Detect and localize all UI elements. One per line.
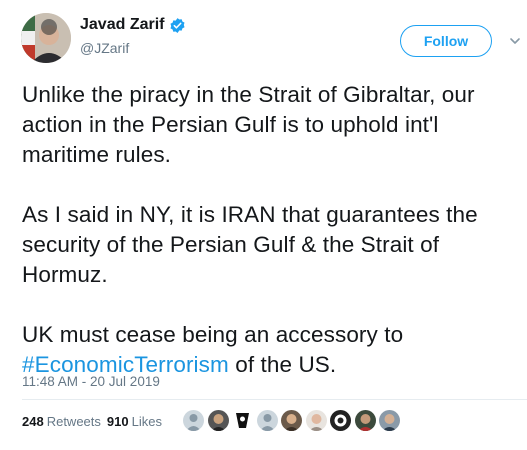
liker-avatar[interactable]	[207, 410, 229, 431]
divider	[22, 399, 527, 400]
liker-avatar[interactable]	[354, 410, 376, 431]
liker-avatar[interactable]	[281, 410, 302, 431]
tweet-stats: 248 Retweets 910 Likes	[22, 414, 168, 429]
likes-stat[interactable]: 910 Likes	[107, 414, 162, 429]
author-handle[interactable]: @JZarif	[80, 40, 129, 56]
verified-badge-icon	[170, 17, 185, 33]
tweet-paragraph: Unlike the piracy in the Strait of Gibra…	[22, 82, 475, 167]
name-row: Javad Zarif	[80, 16, 186, 34]
avatar[interactable]	[21, 13, 71, 63]
retweets-label: Retweets	[46, 414, 101, 429]
liker-avatar[interactable]	[256, 410, 278, 431]
chevron-down-icon[interactable]	[509, 35, 521, 47]
liker-avatar[interactable]	[379, 410, 400, 431]
liker-avatar[interactable]	[232, 410, 253, 431]
likers-avatars	[183, 410, 404, 431]
retweets-count: 248	[22, 414, 44, 429]
likes-count: 910	[106, 414, 129, 429]
retweets-stat[interactable]: 248 Retweets	[22, 414, 101, 429]
follow-button[interactable]: Follow	[400, 25, 492, 57]
liker-avatar[interactable]	[183, 410, 204, 431]
tweet-text-segment: of the US.	[228, 352, 337, 377]
timestamp[interactable]: 11:48 AM - 20 Jul 2019	[22, 374, 160, 389]
tweet-card: Javad Zarif @JZarif Follow Unlike the pi…	[0, 0, 527, 450]
tweet-text-segment: UK must cease being an accessory to	[22, 322, 404, 347]
author-name[interactable]: Javad Zarif	[80, 16, 164, 34]
tweet-text: Unlike the piracy in the Strait of Gibra…	[22, 80, 517, 380]
tweet-paragraph: UK must cease being an accessory to #Eco…	[22, 320, 517, 380]
tweet-paragraph: As I said in NY, it is IRAN that guarant…	[22, 202, 478, 287]
liker-avatar[interactable]	[330, 410, 351, 431]
likes-label: Likes	[131, 414, 162, 429]
liker-avatar[interactable]	[305, 410, 327, 431]
